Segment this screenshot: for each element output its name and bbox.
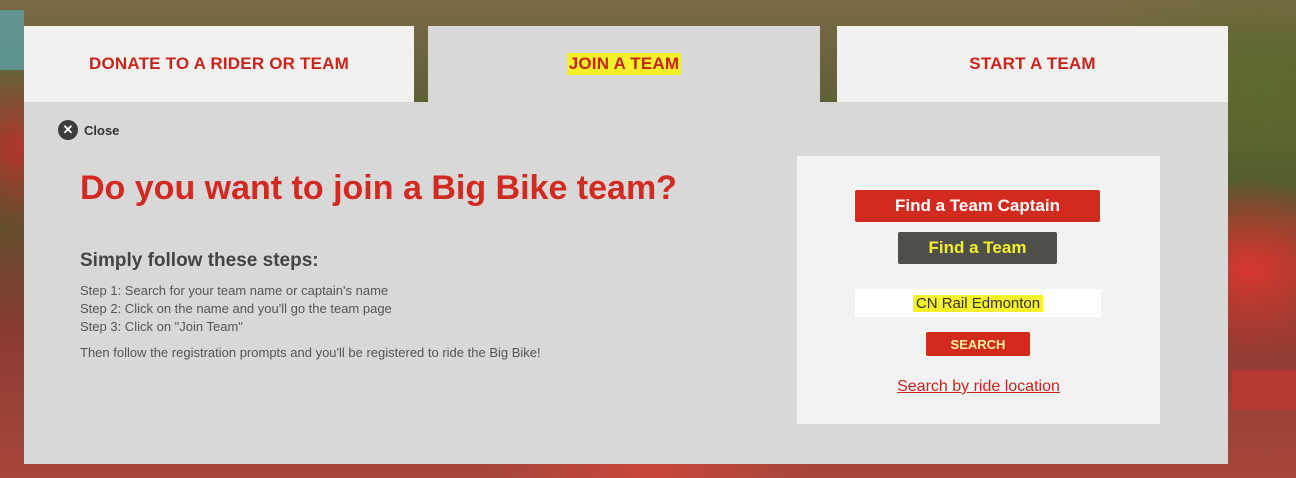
page-title: Do you want to join a Big Bike team?: [80, 169, 677, 207]
tab-start-label: START A TEAM: [969, 54, 1096, 73]
step-item: Step 3: Click on "Join Team": [80, 319, 243, 334]
find-a-team-button[interactable]: Find a Team: [898, 232, 1057, 264]
tab-donate-label: DONATE TO A RIDER OR TEAM: [89, 54, 349, 73]
step-item: Step 2: Click on the name and you'll go …: [80, 301, 392, 316]
close-button[interactable]: ✕ Close: [58, 120, 119, 140]
steps-subtitle: Simply follow these steps:: [80, 250, 319, 271]
find-team-captain-button[interactable]: Find a Team Captain: [855, 190, 1100, 222]
registration-note: Then follow the registration prompts and…: [80, 345, 541, 360]
close-icon[interactable]: ✕: [58, 120, 78, 140]
step-item: Step 1: Search for your team name or cap…: [80, 283, 389, 298]
tab-start-a-team[interactable]: START A TEAM: [837, 26, 1228, 102]
background-photo-accent: [0, 10, 24, 70]
close-label: Close: [84, 122, 120, 138]
search-button[interactable]: SEARCH: [926, 332, 1030, 356]
tab-donate[interactable]: DONATE TO A RIDER OR TEAM: [24, 26, 414, 102]
team-search-box: Find a Team Captain Find a Team CN Rail …: [797, 156, 1160, 424]
search-by-location-link[interactable]: Search by ride location: [797, 378, 1160, 396]
search-query-value: CN Rail Edmonton: [912, 294, 1044, 312]
steps-list: Step 1: Search for your team name or cap…: [80, 282, 392, 336]
background-photo-accent: [1232, 370, 1296, 410]
team-search-input[interactable]: CN Rail Edmonton: [855, 289, 1101, 317]
tab-join-a-team[interactable]: JOIN A TEAM: [428, 26, 820, 102]
join-team-panel: ✕ Close Do you want to join a Big Bike t…: [24, 102, 1228, 464]
tab-bar: DONATE TO A RIDER OR TEAM JOIN A TEAM ST…: [24, 26, 1228, 102]
tab-join-label: JOIN A TEAM: [566, 53, 682, 75]
